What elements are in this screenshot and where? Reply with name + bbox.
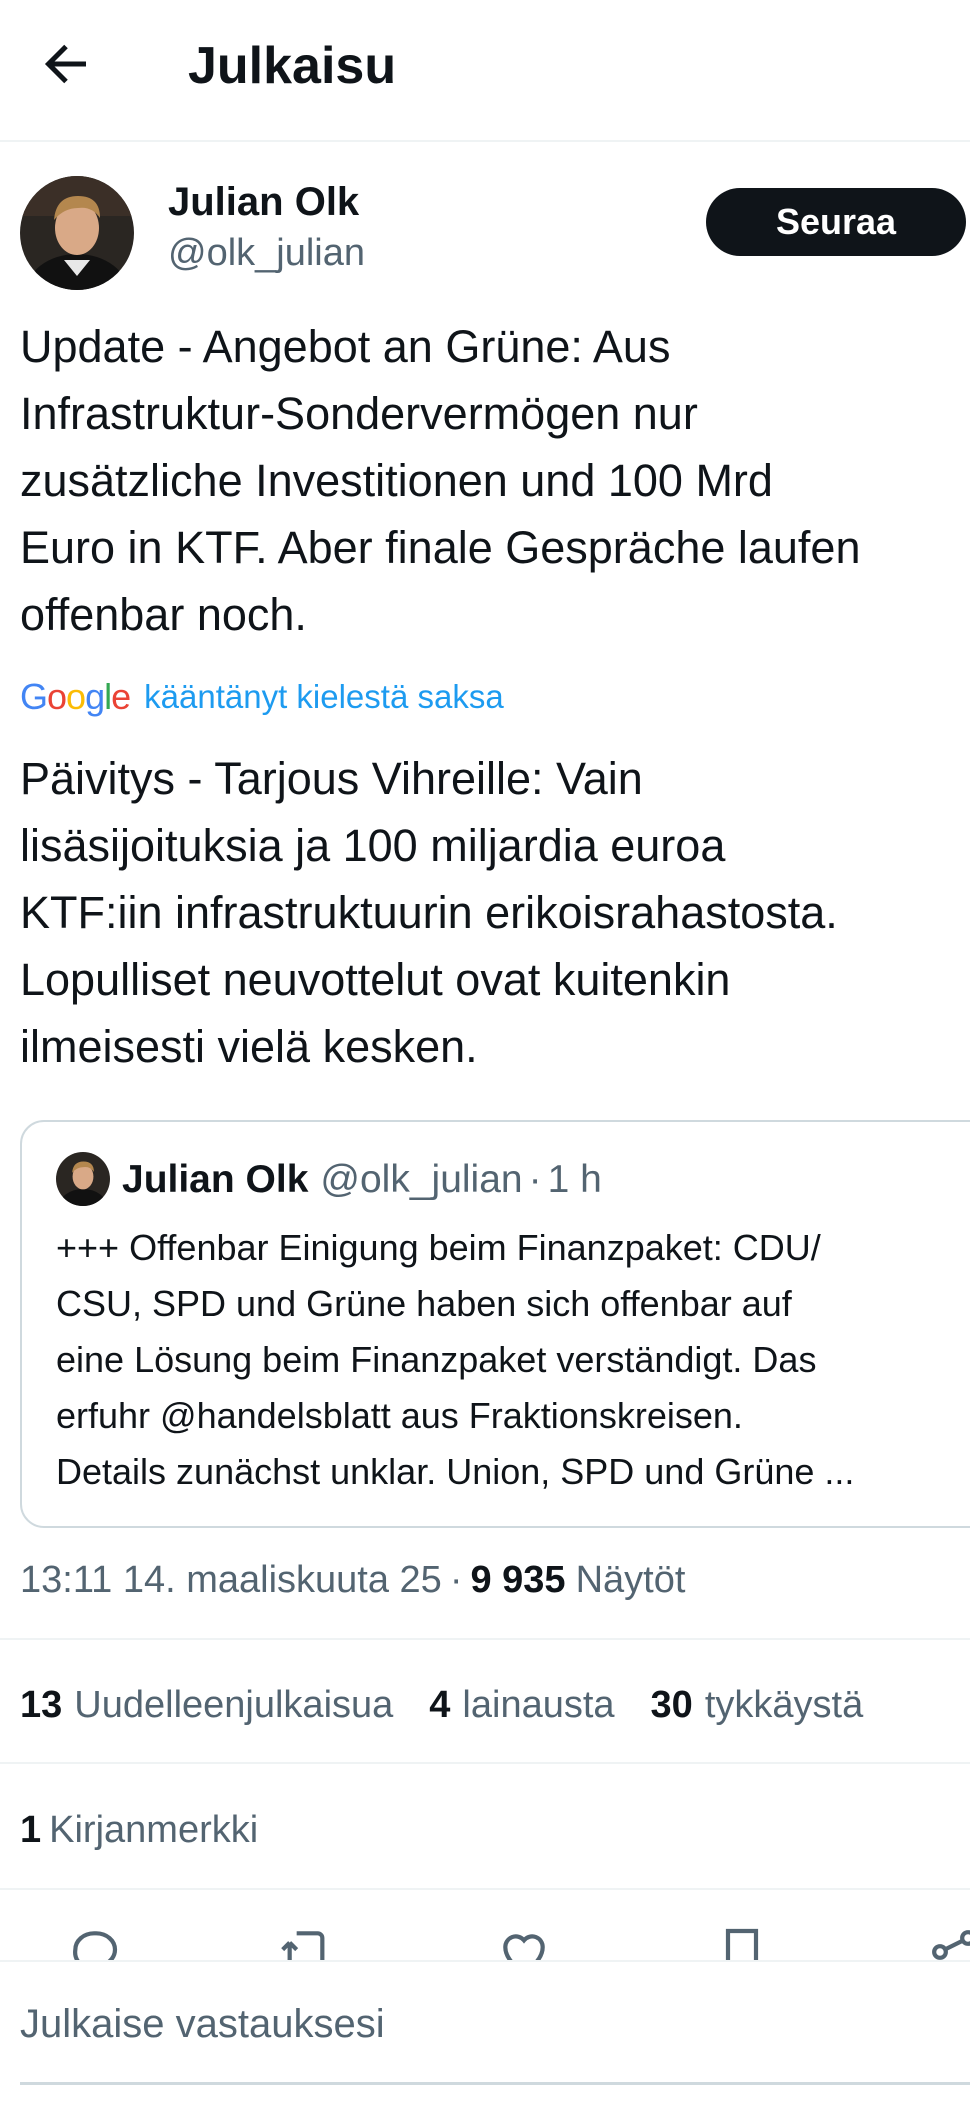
bookmarks-stat[interactable]: 1 Kirjanmerkki [20,1800,258,1860]
quoted-separator: · [528,1158,542,1201]
reposts-label: Uudelleenjulkaisua [74,1683,394,1726]
reply-composer [0,1960,970,2104]
translation-attribution: Google kääntänyt kielestä saksa [20,672,504,722]
follow-button[interactable]: Seuraa [706,188,966,256]
reply-input-underline [20,2082,970,2085]
likes-stat[interactable]: 30 tykkäystä [651,1684,864,1727]
meta-separator: · [449,1558,463,1601]
top-app-bar: Julkaisu [0,0,970,140]
views-label: Näytöt [575,1558,686,1601]
quoted-time: 1 h [547,1158,602,1201]
post-timestamp: 13:11 14. maaliskuuta 25 [20,1558,442,1601]
like-icon[interactable] [496,1924,552,1960]
action-bar [0,1920,970,1960]
reposts-stat[interactable]: 13 Uudelleenjulkaisua [20,1684,393,1727]
post-original-text: Update - Angebot an Grüne: Aus Infrastru… [20,321,861,640]
views-count: 9 935 [470,1558,566,1601]
author-name[interactable]: Julian Olk [168,178,359,226]
repost-icon[interactable] [278,1924,334,1960]
share-icon[interactable] [926,1924,970,1960]
post-meta: 13:11 14. maaliskuuta 25 · 9 935 Näytöt [20,1552,685,1608]
post-translated-text: Päivitys - Tarjous Vihreille: Vain lisäs… [20,753,838,1072]
author-avatar[interactable] [20,176,134,290]
translation-label[interactable]: kääntänyt kielestä saksa [144,678,504,716]
quoted-post-header: Julian Olk @olk_julian · 1 h [122,1152,602,1208]
reply-icon[interactable] [66,1924,122,1960]
bookmarks-count: 1 [20,1808,42,1851]
google-logo: Google [20,676,131,717]
quoted-author-handle: @olk_julian [320,1158,523,1201]
quoted-author-avatar [56,1152,110,1206]
header-divider [0,140,970,142]
quoted-author-name: Julian Olk [122,1158,309,1201]
quotes-count: 4 [429,1683,451,1726]
author-handle[interactable]: @olk_julian [168,230,365,276]
quotes-label: lainausta [462,1683,615,1726]
stats-divider [0,1762,970,1764]
quoted-post-text: +++ Offenbar Einigung beim Finanzpaket: … [56,1227,855,1492]
engagement-stats: 13 Uudelleenjulkaisua 4 lainausta 30 tyk… [20,1675,899,1735]
quoted-post[interactable]: Julian Olk @olk_julian · 1 h +++ Offenba… [20,1120,970,1528]
back-arrow-icon[interactable] [36,34,96,94]
quotes-stat[interactable]: 4 lainausta [429,1684,614,1727]
reply-input[interactable] [20,1992,920,2056]
reposts-count: 13 [20,1683,63,1726]
likes-count: 30 [650,1683,693,1726]
bookmark-icon[interactable] [714,1924,770,1960]
meta-divider [0,1638,970,1640]
bookmarks-divider [0,1888,970,1890]
likes-label: tykkäystä [704,1683,864,1726]
bookmarks-label: Kirjanmerkki [49,1808,259,1851]
page-title: Julkaisu [188,37,397,95]
